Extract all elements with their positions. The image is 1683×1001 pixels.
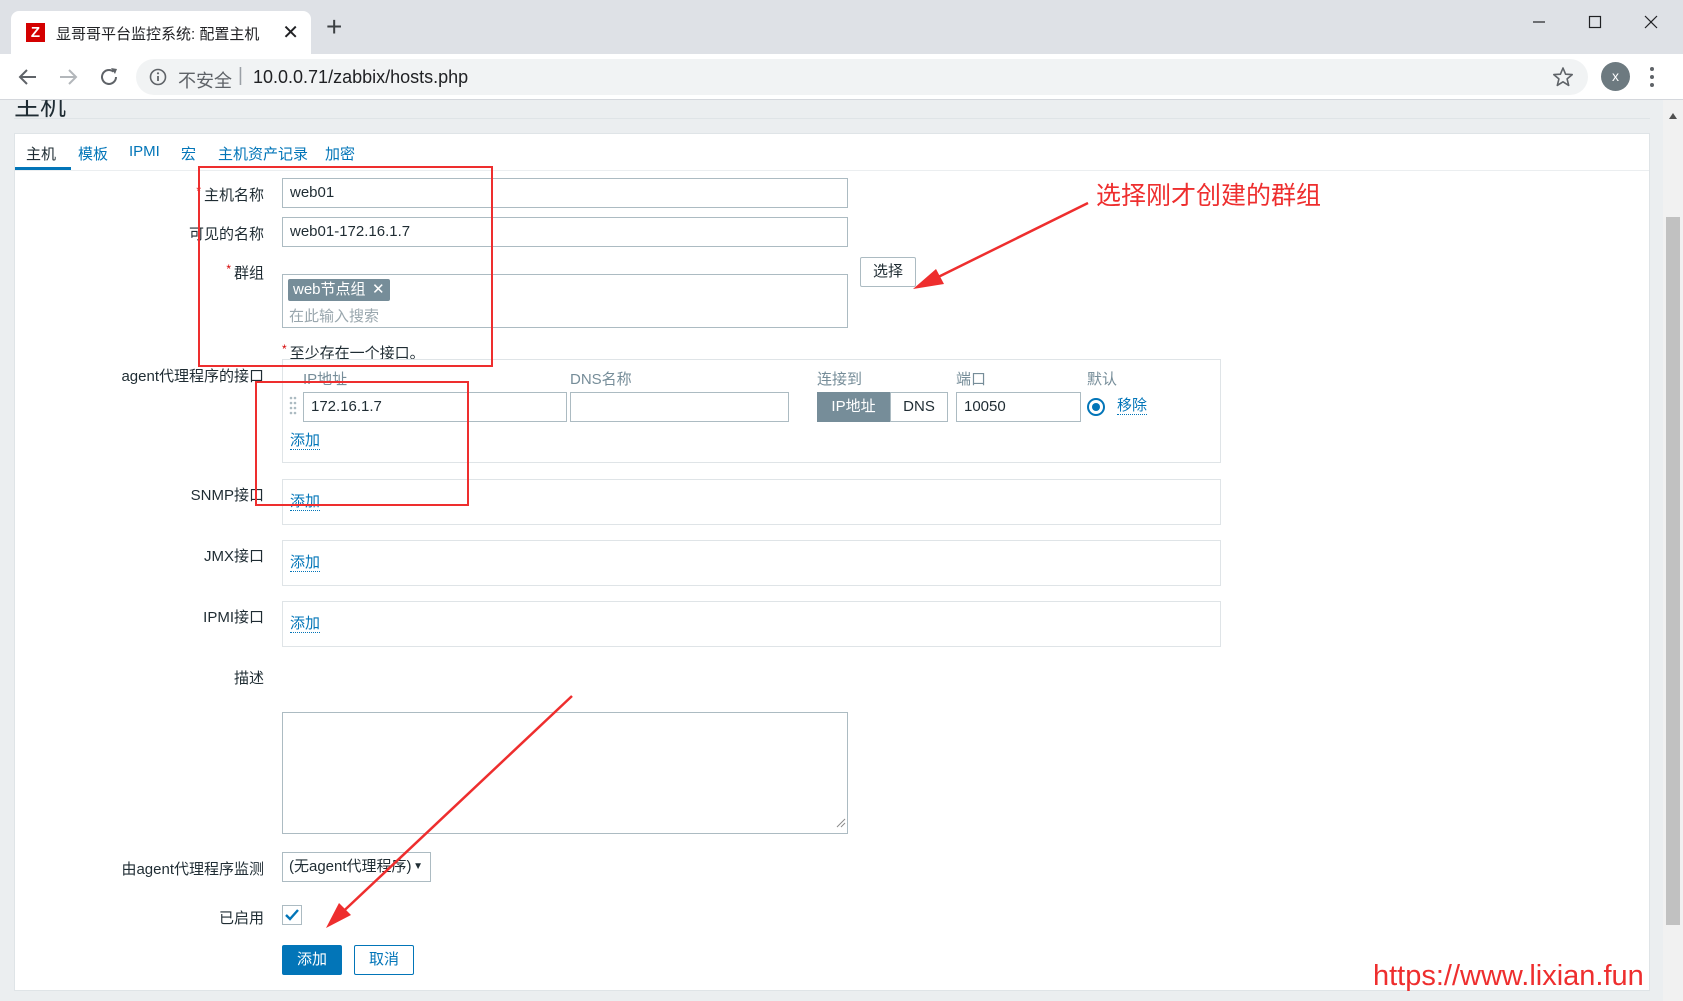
annotation-arrow-line <box>917 201 1089 289</box>
annotation-arrows <box>326 201 1089 928</box>
annotation-arrowhead <box>913 269 944 289</box>
watermark-text: https://www.lixian.fun <box>1373 960 1644 992</box>
annotation-arrow-line <box>331 695 573 923</box>
